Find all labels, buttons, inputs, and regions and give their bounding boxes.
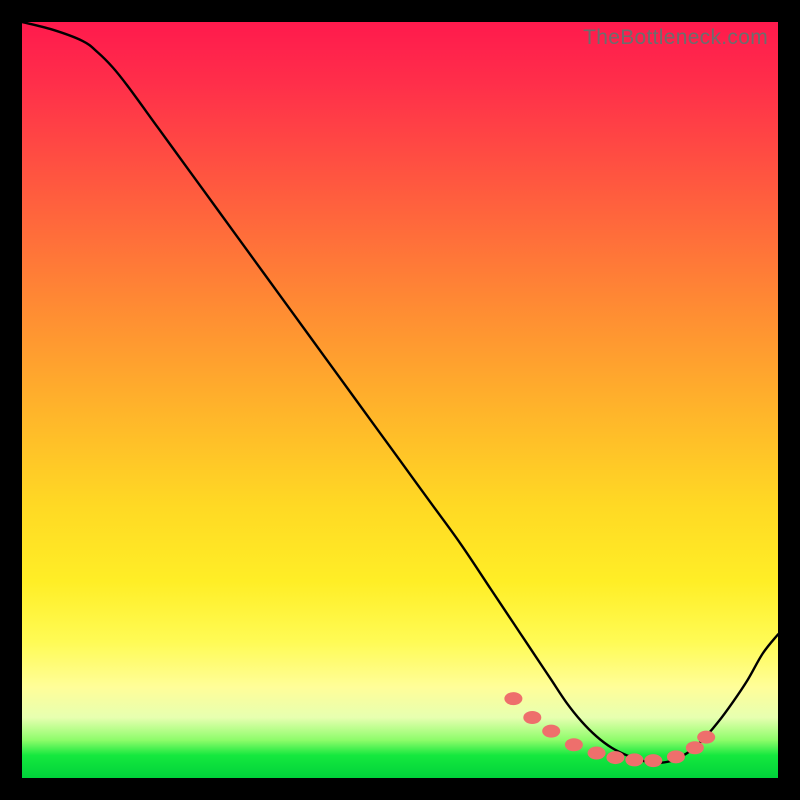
curve-marker — [542, 725, 560, 738]
curve-marker — [697, 731, 715, 744]
curve-marker — [686, 741, 704, 754]
curve-marker — [625, 753, 643, 766]
curve-marker — [667, 750, 685, 763]
plot-area: TheBottleneck.com — [22, 22, 778, 778]
flat-region-markers — [504, 692, 715, 767]
curve-layer — [22, 22, 778, 778]
curve-marker — [504, 692, 522, 705]
curve-marker — [644, 754, 662, 767]
curve-marker — [588, 747, 606, 760]
curve-marker — [606, 751, 624, 764]
curve-marker — [565, 738, 583, 751]
bottleneck-curve — [22, 22, 778, 763]
chart-stage: TheBottleneck.com — [0, 0, 800, 800]
curve-marker — [523, 711, 541, 724]
